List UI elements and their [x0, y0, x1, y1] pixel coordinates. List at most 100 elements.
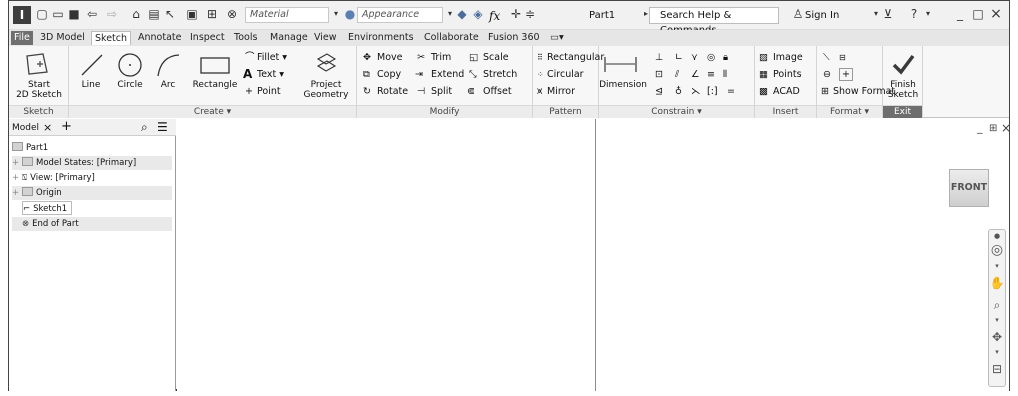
extend-button[interactable]: Extend	[431, 69, 464, 81]
dimension-button[interactable]: Dimension	[599, 80, 647, 91]
circular-pattern-button[interactable]: Circular	[547, 69, 584, 81]
horizontal-constraint-icon[interactable]: ≡	[707, 69, 715, 81]
steering-wheel-icon[interactable]: ◎	[989, 242, 1005, 258]
tree-item-sketch[interactable]: ⌐ Sketch1	[22, 201, 73, 215]
ribbon-options-icon[interactable]: ▭▾	[547, 31, 567, 45]
coincident-constraint-icon[interactable]: ⊥	[655, 52, 663, 64]
maximize-icon[interactable]: □	[971, 7, 985, 21]
angle-constraint-icon[interactable]: ∠	[691, 69, 700, 81]
add-icon[interactable]: ✛	[509, 7, 523, 21]
scale-button[interactable]: Scale	[483, 52, 509, 64]
viewport-splitter[interactable]	[595, 119, 596, 391]
finish-sketch-label2[interactable]: Sketch	[883, 90, 923, 101]
close-browser-tab-icon[interactable]: ×	[43, 121, 52, 135]
app-logo[interactable]: I	[13, 6, 31, 24]
new-file-icon[interactable]: ▢	[35, 7, 49, 21]
symmetric-constraint-icon[interactable]: ♁	[675, 86, 682, 98]
show-constraints-icon[interactable]: ⋋	[691, 86, 701, 98]
search-icon[interactable]: ⌕	[141, 120, 148, 134]
tree-item-end-of-part[interactable]: ⊗ End of Part	[12, 217, 172, 231]
concentric-constraint-icon[interactable]: ◎	[707, 52, 715, 64]
circle-button[interactable]: Circle	[111, 80, 149, 91]
browser-menu-icon[interactable]: ☰	[157, 120, 168, 134]
zoom-icon[interactable]: ⌕	[989, 298, 1005, 313]
panel-title-format[interactable]: Format ▾	[817, 105, 882, 118]
line-button[interactable]: Line	[73, 80, 109, 91]
viewport-minimize-icon[interactable]: _	[977, 121, 983, 134]
tangent-constraint-icon[interactable]: ⋎	[691, 52, 698, 64]
add-browser-icon[interactable]: +	[61, 120, 72, 134]
offset-button[interactable]: Offset	[483, 86, 512, 98]
point-button[interactable]: Point	[257, 86, 281, 98]
open-file-icon[interactable]: ▭	[51, 7, 65, 21]
copy-button[interactable]: Copy	[377, 69, 401, 81]
perpendicular-constraint-icon[interactable]: ∟	[675, 52, 683, 64]
rectangular-pattern-button[interactable]: Rectangular	[547, 52, 604, 64]
cart-icon[interactable]: ⊻	[881, 7, 895, 21]
adjust-icon[interactable]: ⊞	[205, 7, 219, 21]
tree-item-view[interactable]: + ⍂ View: [Primary]	[12, 171, 95, 185]
tab-view[interactable]: View	[311, 31, 340, 45]
tab-tools[interactable]: Tools	[231, 31, 260, 45]
orbit-icon[interactable]: ✥	[989, 330, 1005, 344]
navbar-close-icon[interactable]: ●	[989, 232, 1005, 240]
center-point-icon[interactable]: ⊖	[823, 69, 831, 81]
equal-constraint-icon[interactable]: =	[727, 86, 735, 98]
move-button[interactable]: Move	[377, 52, 402, 64]
rectangle-button[interactable]: Rectangle	[191, 80, 239, 91]
tab-environments[interactable]: Environments	[345, 31, 417, 45]
vertical-constraint-icon[interactable]: ⫴	[723, 69, 727, 81]
trim-button[interactable]: Trim	[431, 52, 451, 64]
project-geometry-label2[interactable]: Geometry	[301, 90, 351, 101]
graphics-window[interactable]: _ ⊞ × FRONT ● ◎ ▾ ✋ ⌕ ▾ ✥ ▾ ⊟	[177, 119, 1011, 391]
home-icon[interactable]: ⌂	[129, 7, 143, 21]
start-sketch-button-label2[interactable]: 2D Sketch	[9, 90, 69, 101]
viewport-close-icon[interactable]: ×	[1001, 121, 1011, 135]
help-search-input[interactable]: Search Help & Commands...	[649, 7, 779, 36]
pan-hand-icon[interactable]: ✋	[989, 276, 1005, 290]
orbit-chevron-icon[interactable]: ▾	[989, 348, 1005, 356]
tab-fusion-360[interactable]: Fusion 360	[485, 31, 543, 45]
look-at-icon[interactable]: ⊟	[989, 362, 1005, 376]
user-icon[interactable]: ♙	[791, 7, 805, 21]
zoom-chevron-icon[interactable]: ▾	[989, 316, 1005, 324]
clear-override-icon[interactable]: ◈	[471, 7, 485, 21]
collinear-constraint-icon[interactable]: ⊡	[655, 69, 663, 81]
image-button[interactable]: Image	[773, 52, 803, 64]
fillet-button[interactable]: Fillet ▾	[257, 52, 287, 64]
tab-file[interactable]: File	[11, 31, 33, 45]
clear-appearance-icon[interactable]: ⊗	[225, 7, 239, 21]
help-icon[interactable]: ?	[907, 7, 921, 21]
viewport-maximize-icon[interactable]: ⊞	[989, 123, 997, 134]
text-button[interactable]: Text ▾	[257, 69, 284, 81]
adjust-appearance-icon[interactable]: ◆	[455, 7, 469, 21]
redo-icon[interactable]: ⇨	[105, 7, 119, 21]
browser-tab-model[interactable]: Model	[12, 121, 39, 135]
panel-title-create[interactable]: Create ▾	[69, 105, 356, 118]
expand-icon[interactable]: +	[12, 171, 20, 185]
tree-item-origin[interactable]: + Origin	[12, 186, 172, 200]
help-chevron-icon[interactable]: ▾	[921, 7, 935, 21]
minimize-icon[interactable]: _	[953, 7, 967, 21]
acad-button[interactable]: ACAD	[773, 86, 800, 98]
customize-qat-icon[interactable]: ≑	[523, 7, 537, 21]
material-dropdown[interactable]: Material	[245, 7, 329, 23]
tree-item-part[interactable]: Part1	[12, 141, 48, 155]
save-icon[interactable]: ■	[67, 7, 81, 21]
mirror-button[interactable]: Mirror	[547, 86, 575, 98]
tab-3d-model[interactable]: 3D Model	[37, 31, 88, 45]
close-icon[interactable]: ×	[989, 7, 1003, 21]
sign-in-link[interactable]: Sign In	[805, 8, 839, 24]
tab-annotate[interactable]: Annotate	[135, 31, 184, 45]
measure-icon[interactable]: ▣	[185, 7, 199, 21]
parameters-icon[interactable]: fx	[489, 8, 500, 24]
parallel-constraint-icon[interactable]: ⫽	[675, 69, 679, 81]
construction-icon[interactable]: ⟍	[823, 52, 830, 64]
appearance-dropdown[interactable]: Appearance	[357, 7, 443, 23]
rotate-button[interactable]: Rotate	[377, 86, 408, 98]
fix-constraint-icon[interactable]: 🔒︎	[723, 52, 728, 64]
tab-inspect[interactable]: Inspect	[187, 31, 228, 45]
tab-manage[interactable]: Manage	[267, 31, 311, 45]
tab-sketch[interactable]: Sketch	[91, 31, 132, 45]
select-icon[interactable]: ↖	[163, 7, 177, 21]
